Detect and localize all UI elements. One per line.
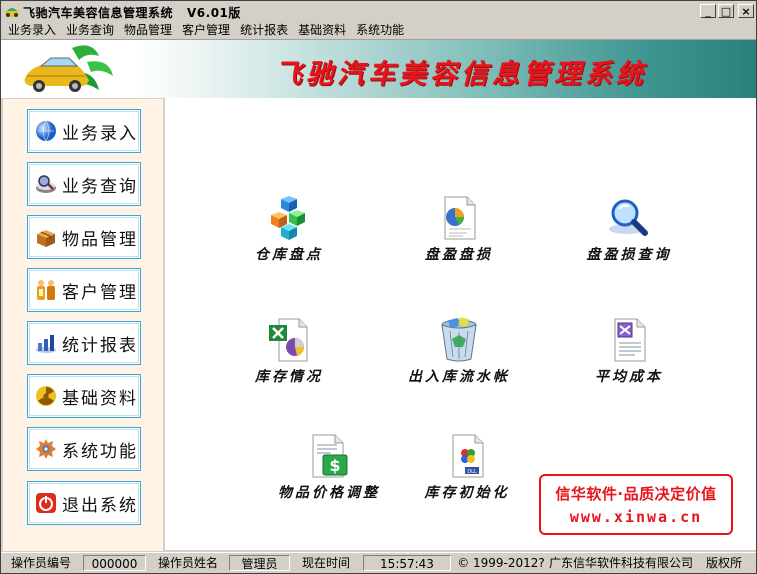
- globe-icon: [36, 120, 56, 142]
- document-icon: [614, 318, 646, 362]
- operator-no-value: 000000: [83, 555, 146, 571]
- nav-business-query[interactable]: 业务查询: [27, 162, 141, 206]
- radiation-icon: [36, 386, 56, 406]
- item-stock-in-out-journal[interactable]: 出入库流水帐: [389, 317, 529, 397]
- title-bar[interactable]: 飞驰汽车美容信息管理系统 V6.01版 _ □ ×: [1, 1, 756, 21]
- time-value: 15:57:43: [363, 555, 451, 571]
- nav-basic-data[interactable]: 基础资料: [27, 374, 141, 418]
- menu-business-entry[interactable]: 业务录入: [1, 21, 61, 39]
- magnifier-icon: [609, 199, 648, 236]
- app-icon: [5, 8, 19, 17]
- power-icon: [36, 493, 56, 513]
- menu-goods-management[interactable]: 物品管理: [119, 21, 177, 39]
- nav-goods-management-label: 物品管理: [62, 229, 138, 250]
- nav-customer-management-label: 客户管理: [62, 282, 138, 303]
- nav-statistics-report-label: 统计报表: [62, 335, 138, 356]
- promo-slogan: 信华软件·品质决定价值: [555, 485, 717, 503]
- nav-statistics-report[interactable]: 统计报表: [27, 321, 141, 365]
- item-average-cost[interactable]: 平均成本: [559, 317, 699, 397]
- item-price-adjustment-label: 物品价格调整: [278, 485, 380, 501]
- main-panel: 仓库盘点 盘盈盘损 盘盈损查询 库存情况 出入库流水帐 平均成本 $ 物品价格调…: [165, 98, 756, 550]
- minimize-button[interactable]: _: [700, 4, 716, 18]
- operator-no-label: 操作员编号: [10, 556, 71, 570]
- gear-icon: [36, 439, 56, 459]
- money-document-icon: $: [312, 434, 348, 478]
- nav-business-entry[interactable]: 业务录入: [27, 109, 141, 153]
- maximize-button[interactable]: □: [718, 4, 734, 18]
- item-stock-initialization-label: 库存初始化: [424, 485, 510, 501]
- promo-url: www.xinwa.cn: [569, 508, 703, 526]
- window-title: 飞驰汽车美容信息管理系统 V6.01版: [23, 6, 241, 20]
- nav-basic-data-label: 基础资料: [62, 388, 138, 409]
- item-stock-initialization[interactable]: DLL 库存初始化: [397, 433, 537, 513]
- time-label: 现在时间: [301, 556, 350, 570]
- cubes-icon: [271, 196, 305, 240]
- left-nav: 业务录入 业务查询 物品管理 客户管理 统计报表 基础资料 系统功能 退出系统: [3, 98, 163, 551]
- pie-document-icon: [444, 196, 476, 240]
- operator-name-label: 操作员姓名: [157, 556, 218, 570]
- nav-business-query-label: 业务查询: [62, 176, 138, 197]
- item-warehouse-inventory-label: 仓库盘点: [255, 247, 323, 263]
- menu-customer-management[interactable]: 客户管理: [177, 21, 235, 39]
- recycle-bin-icon: [441, 317, 477, 362]
- nav-goods-management[interactable]: 物品管理: [27, 215, 141, 259]
- item-average-cost-label: 平均成本: [595, 369, 663, 385]
- chart-icon: [36, 335, 56, 353]
- box-icon: [37, 230, 55, 247]
- excel-chart-icon: [269, 318, 308, 362]
- copyright-text: © 1999-2012?: [457, 556, 545, 570]
- car-logo: [24, 45, 113, 92]
- nav-business-entry-label: 业务录入: [62, 123, 138, 144]
- menu-basic-data[interactable]: 基础资料: [293, 21, 351, 39]
- item-gain-loss-query[interactable]: 盘盈损查询: [559, 195, 699, 275]
- company-name: 广东信华软件科技有限公司: [548, 556, 693, 570]
- item-stock-status[interactable]: 库存情况: [219, 317, 359, 397]
- window-version: V6.01版: [187, 6, 241, 20]
- status-bar: 操作员编号 000000 操作员姓名 管理员 现在时间 15:57:43 © 1…: [1, 552, 756, 573]
- close-button[interactable]: ×: [738, 4, 754, 18]
- nav-exit-system-label: 退出系统: [62, 495, 138, 516]
- menu-bar: 业务录入 业务查询 物品管理 客户管理 统计报表 基础资料 系统功能: [1, 21, 756, 40]
- search-bowl-icon: [36, 175, 56, 193]
- item-warehouse-inventory[interactable]: 仓库盘点: [219, 195, 359, 275]
- menu-statistics-report[interactable]: 统计报表: [235, 21, 293, 39]
- item-gain-loss-query-label: 盘盈损查询: [586, 247, 672, 263]
- svg-text:$: $: [329, 456, 340, 475]
- menu-system-functions[interactable]: 系统功能: [351, 21, 409, 39]
- nav-system-functions[interactable]: 系统功能: [27, 427, 141, 471]
- nav-customer-management[interactable]: 客户管理: [27, 268, 141, 312]
- item-inventory-gain-loss-label: 盘盈盘损: [425, 247, 493, 263]
- rights-text: 版权所: [705, 556, 742, 570]
- app-window: 飞驰汽车美容信息管理系统 V6.01版 _ □ × 业务录入 业务查询 物品管理 …: [0, 0, 757, 574]
- banner-title: 飞驰汽车美容信息管理系统: [275, 59, 647, 90]
- header-banner: 飞驰汽车美容信息管理系统: [1, 40, 756, 98]
- nav-system-functions-label: 系统功能: [62, 441, 138, 462]
- dll-file-icon: DLL: [452, 434, 484, 478]
- promo-box: 信华软件·品质决定价值 www.xinwa.cn: [539, 474, 733, 535]
- operator-name-value: 管理员: [229, 555, 290, 571]
- item-stock-in-out-journal-label: 出入库流水帐: [408, 369, 510, 385]
- customers-icon: [37, 280, 55, 300]
- item-price-adjustment[interactable]: $ 物品价格调整: [259, 433, 399, 513]
- nav-exit-system[interactable]: 退出系统: [27, 481, 141, 525]
- svg-text:DLL: DLL: [467, 469, 477, 475]
- item-stock-status-label: 库存情况: [255, 369, 323, 385]
- menu-business-query[interactable]: 业务查询: [61, 21, 119, 39]
- item-inventory-gain-loss[interactable]: 盘盈盘损: [389, 195, 529, 275]
